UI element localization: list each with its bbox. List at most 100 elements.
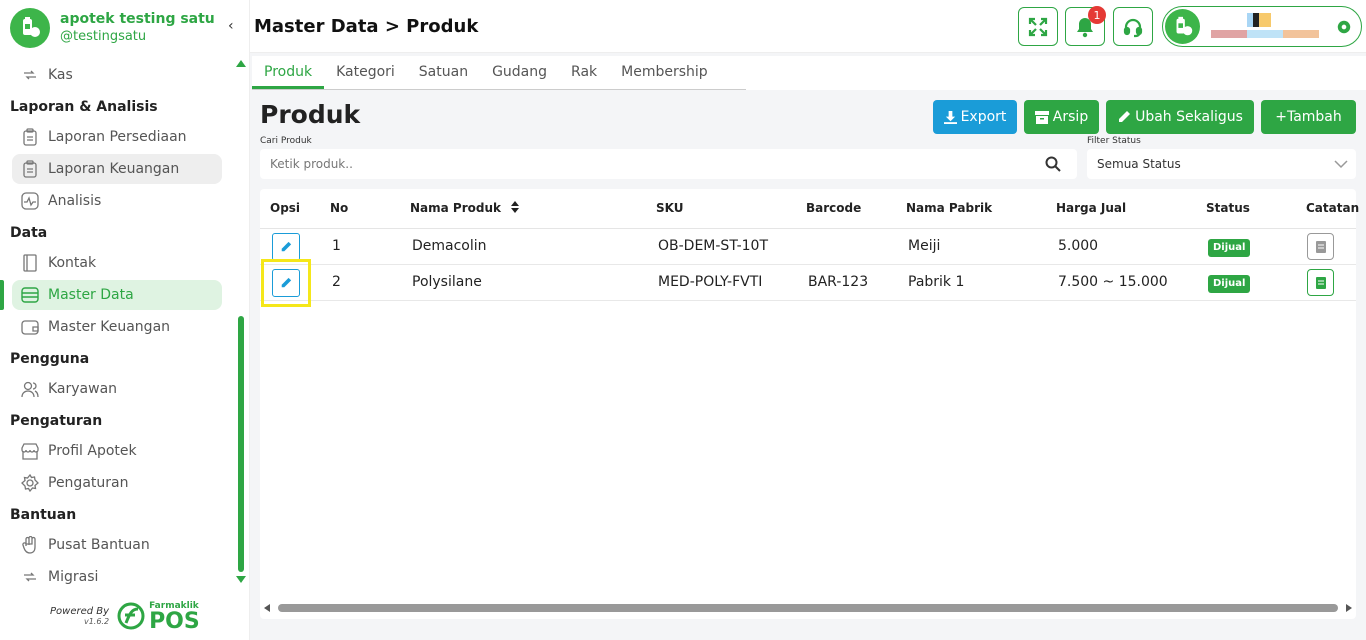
sidebar-item-pusat-bantuan[interactable]: Pusat Bantuan — [12, 530, 222, 560]
brand[interactable]: apotek testing satu @testingsatu — [10, 8, 215, 48]
chevron-down-icon — [1334, 160, 1348, 169]
cell-nama-produk: Polysilane — [412, 274, 482, 290]
pharmacy-logo-icon — [10, 8, 50, 48]
sidebar-item-label: Kas — [48, 67, 73, 83]
column-header-harga-jual: Harga Jual — [1056, 201, 1127, 215]
tabs-background — [746, 56, 1366, 90]
tab-produk[interactable]: Produk — [252, 56, 325, 89]
sidebar-menu: Kas Laporan & Analisis Laporan Persediaa… — [0, 58, 234, 593]
sort-icon[interactable] — [510, 201, 520, 213]
sidebar: apotek testing satu @testingsatu ‹ Kas L… — [0, 0, 250, 640]
sidebar-item-kas[interactable]: Kas — [12, 60, 222, 90]
support-button[interactable] — [1113, 7, 1153, 46]
tab-rak[interactable]: Rak — [559, 56, 609, 89]
sidebar-scrollbar[interactable] — [236, 60, 246, 588]
sidebar-scroll-thumb[interactable] — [238, 316, 244, 572]
sidebar-item-kontak[interactable]: Kontak — [12, 248, 222, 278]
sidebar-item-master-data[interactable]: Master Data — [0, 280, 222, 310]
profile-menu[interactable] — [1162, 6, 1362, 47]
redacted-user-name-graphic — [1211, 13, 1331, 41]
column-header-opsi: Opsi — [270, 201, 301, 215]
scroll-up-arrow-icon[interactable] — [236, 60, 246, 67]
sidebar-item-label: Analisis — [48, 193, 102, 209]
tab-membership[interactable]: Membership — [609, 56, 720, 89]
table-horizontal-scrollbar[interactable] — [264, 603, 1352, 613]
activity-icon — [21, 192, 39, 210]
sidebar-item-label: Laporan Persediaan — [48, 129, 187, 145]
search-input[interactable] — [260, 149, 1020, 179]
table-row: 2 Polysilane MED-POLY-FVTI BAR-123 Pabri… — [260, 259, 1356, 307]
cell-nama-produk: Demacolin — [412, 238, 487, 254]
tab-satuan[interactable]: Satuan — [407, 56, 480, 89]
column-header-nama-pabrik: Nama Pabrik — [906, 201, 993, 215]
ubah-sekaligus-button-label: Ubah Sekaligus — [1135, 109, 1243, 125]
search-label: Cari Produk — [260, 136, 312, 146]
product-name-big: POS — [149, 609, 200, 634]
settings-gear-icon[interactable] — [1337, 19, 1351, 38]
table-scroll-thumb[interactable] — [278, 604, 1338, 612]
status-badge: Dijual — [1208, 239, 1251, 257]
archive-icon — [1034, 110, 1049, 124]
table-header: Opsi No Nama Produk SKU Barcode Nama Pab… — [260, 189, 1360, 229]
filter-status-select[interactable]: Semua Status — [1087, 149, 1356, 179]
wallet-icon — [21, 318, 39, 336]
brand-handle: @testingsatu — [60, 29, 147, 44]
export-button-label: Export — [960, 109, 1007, 125]
search-icon[interactable] — [1045, 156, 1061, 172]
scroll-right-arrow-icon[interactable] — [1346, 604, 1352, 612]
cell-sku: OB-DEM-ST-10T — [658, 238, 769, 254]
sidebar-item-pengaturan[interactable]: Pengaturan — [12, 468, 222, 498]
ubah-sekaligus-button[interactable]: Ubah Sekaligus — [1106, 100, 1254, 134]
sidebar-item-laporan-persediaan[interactable]: Laporan Persediaan — [12, 122, 222, 152]
edit-button[interactable] — [272, 269, 300, 297]
tab-gudang[interactable]: Gudang — [480, 56, 559, 89]
export-button[interactable]: Export — [933, 100, 1017, 134]
sidebar-item-master-keuangan[interactable]: Master Keuangan — [12, 312, 222, 342]
tambah-button[interactable]: +Tambah — [1261, 100, 1356, 134]
tab-kategori[interactable]: Kategori — [324, 56, 407, 89]
page-title: Produk — [260, 100, 361, 129]
arsip-button[interactable]: Arsip — [1024, 100, 1099, 134]
cell-harga-jual: 5.000 — [1058, 238, 1099, 254]
pencil-icon — [281, 241, 292, 252]
collapse-sidebar-chevron-icon[interactable]: ‹ — [228, 18, 234, 34]
scroll-left-arrow-icon[interactable] — [264, 604, 270, 612]
edit-button[interactable] — [272, 233, 300, 261]
users-icon — [21, 380, 39, 398]
clipboard-icon — [21, 128, 39, 146]
cell-no: 1 — [332, 238, 341, 254]
cell-no: 2 — [332, 274, 341, 290]
hand-icon — [21, 536, 39, 554]
column-header-barcode: Barcode — [806, 201, 862, 215]
sidebar-item-label: Pengaturan — [48, 475, 129, 491]
sidebar-item-karyawan[interactable]: Karyawan — [12, 374, 222, 404]
sidebar-item-label: Migrasi — [48, 569, 99, 585]
sidebar-item-label: Kontak — [48, 255, 97, 271]
sidebar-item-label: Master Keuangan — [48, 319, 171, 335]
sidebar-item-laporan-keuangan[interactable]: Laporan Keuangan — [12, 154, 222, 184]
notification-button[interactable]: 1 — [1065, 6, 1106, 46]
catatan-button[interactable] — [1307, 269, 1334, 296]
sidebar-section-title: Bantuan — [10, 507, 77, 523]
pencil-icon — [1119, 111, 1131, 122]
column-header-label: Nama Produk — [410, 201, 501, 215]
download-icon — [943, 110, 957, 124]
column-header-status: Status — [1206, 201, 1250, 215]
scroll-down-arrow-icon[interactable] — [236, 576, 246, 583]
produk-table: Opsi No Nama Produk SKU Barcode Nama Pab… — [260, 189, 1360, 619]
sidebar-item-profil-apotek[interactable]: Profil Apotek — [12, 436, 222, 466]
sidebar-item-label: Pusat Bantuan — [48, 537, 150, 553]
sidebar-item-migrasi[interactable]: Migrasi — [12, 562, 222, 592]
catatan-button[interactable] — [1307, 233, 1334, 260]
fullscreen-button[interactable] — [1018, 7, 1058, 46]
note-icon — [1315, 240, 1326, 253]
headset-icon — [1123, 18, 1143, 37]
sidebar-item-analisis[interactable]: Analisis — [12, 186, 222, 216]
cell-harga-jual: 7.500 ~ 15.000 — [1058, 274, 1168, 290]
column-header-nama-produk[interactable]: Nama Produk — [410, 201, 520, 215]
column-header-catatan: Catatan — [1306, 201, 1360, 215]
search-field — [260, 149, 1077, 179]
status-badge: Dijual — [1208, 275, 1251, 293]
cell-barcode: BAR-123 — [808, 274, 869, 290]
farmaklik-logo-icon — [117, 602, 145, 630]
